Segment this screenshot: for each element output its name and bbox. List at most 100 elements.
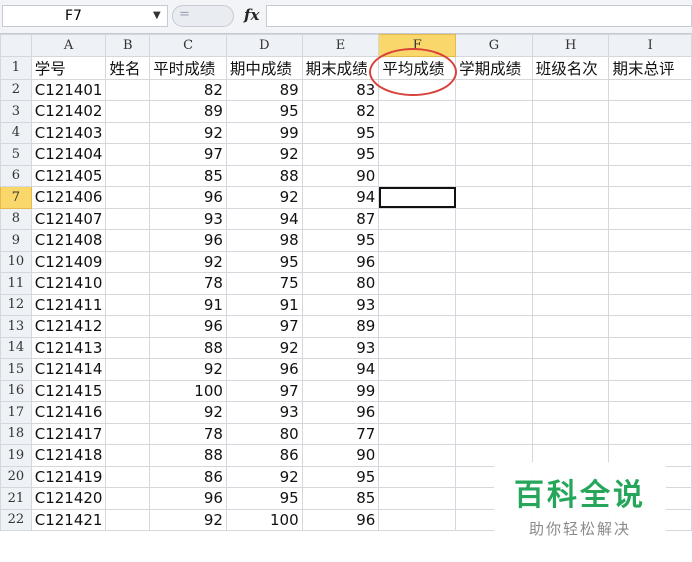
cell-G15[interactable]	[455, 358, 533, 381]
cell-A16[interactable]: C121415	[30, 379, 107, 402]
cell-D6[interactable]: 88	[225, 164, 303, 187]
cell-E18[interactable]: 77	[301, 422, 380, 445]
cell-D2[interactable]: 89	[225, 78, 303, 101]
cell-G6[interactable]	[455, 164, 533, 187]
cell-E17[interactable]: 96	[301, 401, 380, 424]
cell-B4[interactable]	[105, 121, 151, 144]
cell-C9[interactable]: 96	[149, 229, 227, 252]
header-cell[interactable]: 期末总评	[608, 55, 692, 80]
header-cell[interactable]: 期末成绩	[301, 55, 380, 80]
cell-B16[interactable]	[105, 379, 151, 402]
row-header[interactable]: 21	[0, 487, 32, 510]
header-cell[interactable]: 平均成绩	[378, 55, 457, 80]
cell-D3[interactable]: 95	[225, 100, 303, 123]
cell-B2[interactable]	[105, 78, 151, 101]
cell-F22[interactable]	[378, 508, 457, 531]
row-header[interactable]: 5	[0, 143, 32, 166]
cell-G10[interactable]	[455, 250, 533, 273]
cell-B18[interactable]	[105, 422, 151, 445]
row-header[interactable]: 4	[0, 121, 32, 144]
cell-C15[interactable]: 92	[149, 358, 227, 381]
cell-D19[interactable]: 86	[225, 444, 303, 467]
cell-E20[interactable]: 95	[301, 465, 380, 488]
cell-A22[interactable]: C121421	[30, 508, 107, 531]
cell-D11[interactable]: 75	[225, 272, 303, 295]
cell-E16[interactable]: 99	[301, 379, 380, 402]
cell-A17[interactable]: C121416	[30, 401, 107, 424]
cancel-icon[interactable]: =	[179, 7, 190, 22]
row-header[interactable]: 22	[0, 508, 32, 531]
column-header-D[interactable]: D	[225, 34, 303, 57]
cell-F16[interactable]	[378, 379, 457, 402]
cell-B5[interactable]	[105, 143, 151, 166]
row-header[interactable]: 2	[0, 78, 32, 101]
cell-I8[interactable]	[608, 207, 692, 230]
cell-E11[interactable]: 80	[301, 272, 380, 295]
header-cell[interactable]: 平时成绩	[149, 55, 227, 80]
cell-F5[interactable]	[378, 143, 457, 166]
column-header-I[interactable]: I	[608, 34, 692, 57]
cell-C20[interactable]: 86	[149, 465, 227, 488]
cell-G11[interactable]	[455, 272, 533, 295]
cell-F17[interactable]	[378, 401, 457, 424]
cell-F9[interactable]	[378, 229, 457, 252]
row-header[interactable]: 8	[0, 207, 32, 230]
cell-H12[interactable]	[531, 293, 610, 316]
cell-A4[interactable]: C121403	[30, 121, 107, 144]
cell-E3[interactable]: 82	[301, 100, 380, 123]
chevron-down-icon[interactable]: ▼	[153, 6, 161, 26]
cell-D5[interactable]: 92	[225, 143, 303, 166]
header-cell[interactable]: 学号	[30, 55, 107, 80]
cell-H4[interactable]	[531, 121, 610, 144]
cell-B13[interactable]	[105, 315, 151, 338]
cell-A21[interactable]: C121420	[30, 487, 107, 510]
cell-H14[interactable]	[531, 336, 610, 359]
cell-A11[interactable]: C121410	[30, 272, 107, 295]
cell-G7[interactable]	[455, 186, 533, 209]
cell-G17[interactable]	[455, 401, 533, 424]
cell-E15[interactable]: 94	[301, 358, 380, 381]
cell-D18[interactable]: 80	[225, 422, 303, 445]
cell-G5[interactable]	[455, 143, 533, 166]
cell-F21[interactable]	[378, 487, 457, 510]
header-cell[interactable]: 姓名	[105, 55, 151, 80]
cell-H5[interactable]	[531, 143, 610, 166]
cell-H17[interactable]	[531, 401, 610, 424]
cell-B11[interactable]	[105, 272, 151, 295]
cell-A8[interactable]: C121407	[30, 207, 107, 230]
cell-F13[interactable]	[378, 315, 457, 338]
column-header-E[interactable]: E	[301, 34, 380, 57]
cell-B14[interactable]	[105, 336, 151, 359]
cell-I6[interactable]	[608, 164, 692, 187]
cell-A2[interactable]: C121401	[30, 78, 107, 101]
cell-A13[interactable]: C121412	[30, 315, 107, 338]
cell-F11[interactable]	[378, 272, 457, 295]
cell-D22[interactable]: 100	[225, 508, 303, 531]
cell-F19[interactable]	[378, 444, 457, 467]
row-header[interactable]: 16	[0, 379, 32, 402]
cell-I13[interactable]	[608, 315, 692, 338]
cell-E14[interactable]: 93	[301, 336, 380, 359]
column-header-H[interactable]: H	[531, 34, 610, 57]
cell-C3[interactable]: 89	[149, 100, 227, 123]
cell-B20[interactable]	[105, 465, 151, 488]
cell-I14[interactable]	[608, 336, 692, 359]
row-header[interactable]: 9	[0, 229, 32, 252]
row-header[interactable]: 10	[0, 250, 32, 273]
cell-C13[interactable]: 96	[149, 315, 227, 338]
cell-F12[interactable]	[378, 293, 457, 316]
row-header[interactable]: 17	[0, 401, 32, 424]
row-header[interactable]: 20	[0, 465, 32, 488]
row-header[interactable]: 6	[0, 164, 32, 187]
cell-C6[interactable]: 85	[149, 164, 227, 187]
cell-C19[interactable]: 88	[149, 444, 227, 467]
cell-F7[interactable]	[378, 186, 457, 209]
cell-F15[interactable]	[378, 358, 457, 381]
cell-A7[interactable]: C121406	[30, 186, 107, 209]
cell-E13[interactable]: 89	[301, 315, 380, 338]
cell-F6[interactable]	[378, 164, 457, 187]
cell-E21[interactable]: 85	[301, 487, 380, 510]
cell-I2[interactable]	[608, 78, 692, 101]
cell-H9[interactable]	[531, 229, 610, 252]
cell-C12[interactable]: 91	[149, 293, 227, 316]
